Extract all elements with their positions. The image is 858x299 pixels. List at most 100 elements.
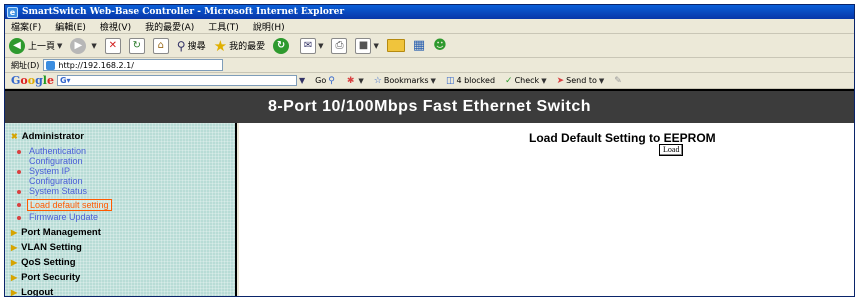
sidebar-section-label: Logout (21, 287, 54, 297)
mail-icon: ✉ (300, 37, 317, 54)
dropdown-arrow-icon: ▼ (541, 76, 547, 85)
favorites-label: 我的最愛 (229, 42, 266, 52)
print-button[interactable]: ⎙ (331, 37, 348, 54)
home-button[interactable]: ⌂ (152, 37, 169, 54)
page-header: 8-Port 10/100Mbps Fast Ethernet Switch (5, 89, 854, 123)
menu-help[interactable]: 說明(H) (253, 20, 285, 33)
mail-button[interactable]: ✉ ▼ (300, 37, 324, 54)
messenger-icon: ☻ (433, 38, 447, 53)
content-pane: Load Default Setting to EEPROM Load (239, 123, 854, 296)
highlight-button[interactable]: ✎ (614, 76, 624, 86)
sidebar-item-authentication-configuration[interactable]: Authentication Configuration (29, 146, 139, 166)
bookmarks-button[interactable]: ☆ Bookmarks ▼ (374, 76, 436, 86)
folder-icon: ▶ (11, 288, 18, 297)
address-input[interactable]: http://192.168.2.1/ (43, 59, 224, 71)
back-button[interactable]: ◀ 上一頁 ▼ (9, 37, 63, 54)
search-label: 搜尋 (187, 42, 206, 52)
sidebar-section-logout[interactable]: ▶ Logout (11, 287, 54, 297)
address-bar: 網址(D) http://192.168.2.1/ (5, 58, 854, 73)
refresh-button[interactable]: ↻ (128, 37, 145, 54)
send-to-button[interactable]: ➤ Send to ▼ (557, 76, 605, 86)
menu-favorites[interactable]: 我的最愛(A) (145, 20, 194, 33)
blocked-label: 4 blocked (456, 76, 496, 85)
research-button[interactable]: ▦ (413, 38, 425, 53)
stop-icon: ✕ (104, 37, 121, 54)
menu-tools[interactable]: 工具(T) (208, 20, 239, 33)
back-label: 上一頁 (28, 42, 56, 52)
bookmarks-label: Bookmarks (383, 76, 429, 85)
pencil-icon: ✎ (614, 75, 622, 86)
spellcheck-icon: ✓ (505, 75, 513, 86)
sidebar-section-port-management[interactable]: ▶ Port Management (11, 227, 101, 238)
content-title: Load Default Setting to EEPROM (529, 131, 716, 145)
send-to-label: Send to (566, 76, 597, 85)
forward-button[interactable]: ▶ ▼ (70, 37, 97, 54)
address-url: http://192.168.2.1/ (58, 60, 134, 70)
edit-button[interactable]: ■ ▼ (355, 37, 379, 54)
sidebar-section-administrator[interactable]: ✖ Administrator (11, 131, 84, 142)
browser-window: e SmartSwitch Web-Base Controller - Micr… (4, 4, 855, 297)
stop-button[interactable]: ✕ (104, 37, 121, 54)
google-search-input[interactable]: G▾ (56, 75, 297, 86)
menu-file[interactable]: 檔案(F) (11, 20, 41, 33)
history-icon: ↻ (273, 37, 290, 54)
sidebar-section-label: Administrator (21, 131, 84, 142)
dropdown-arrow-icon: ▼ (358, 76, 364, 85)
folder-icon: ▶ (11, 228, 18, 237)
sidebar-section-label: VLAN Setting (21, 242, 82, 253)
ie-icon: e (7, 6, 18, 18)
sidebar-item-system-status[interactable]: System Status (29, 186, 87, 196)
bullet-icon (17, 150, 21, 154)
sidebar-item-firmware-update[interactable]: Firmware Update (29, 212, 98, 222)
options-icon: ✱ (346, 75, 355, 86)
refresh-icon: ↻ (128, 37, 145, 54)
folder-open-icon: ✖ (11, 132, 18, 141)
folder-button[interactable] (386, 39, 405, 52)
dropdown-arrow-icon: ▼ (318, 41, 324, 50)
popup-blocker-button[interactable]: ◫ 4 blocked (446, 76, 495, 86)
dropdown-arrow-icon: ▼ (598, 76, 605, 85)
address-label: 網址(D) (11, 60, 40, 70)
history-button[interactable]: ↻ (273, 37, 292, 54)
sidebar-section-label: Port Management (21, 227, 101, 238)
load-button[interactable]: Load (659, 144, 684, 156)
favorites-button[interactable]: ★ 我的最愛 (214, 37, 265, 55)
menu-bar: 檔案(F) 編輯(E) 檢視(V) 我的最愛(A) 工具(T) 說明(H) (5, 19, 854, 34)
menu-view[interactable]: 檢視(V) (100, 20, 131, 33)
search-button[interactable]: ⚲ 搜尋 (177, 39, 206, 53)
bullet-icon (17, 203, 21, 207)
check-label: Check (514, 76, 540, 85)
sidebar-item-load-default-setting[interactable]: Load default setting (27, 199, 112, 211)
sidebar: ✖ Administrator Authentication Configura… (5, 123, 237, 297)
menu-edit[interactable]: 編輯(E) (55, 20, 86, 33)
popup-blocked-icon: ◫ (445, 75, 455, 86)
edit-icon: ■ (355, 37, 372, 54)
spell-check-button[interactable]: ✓ Check ▼ (505, 76, 547, 86)
dropdown-arrow-icon: ▼ (57, 41, 63, 50)
bullet-icon (17, 170, 21, 174)
go-button[interactable]: Go ⚲ (315, 76, 337, 86)
bullet-icon (17, 190, 21, 194)
print-icon: ⎙ (331, 37, 348, 54)
google-options-button[interactable]: ✱ ▼ (347, 76, 364, 86)
sidebar-item-system-ip-configuration[interactable]: System IP Configuration (29, 166, 119, 186)
forward-arrow-icon: ▶ (70, 37, 87, 54)
sidebar-section-qos-setting[interactable]: ▶ QoS Setting (11, 257, 76, 268)
window-title: SmartSwitch Web-Base Controller - Micros… (22, 7, 345, 17)
sidebar-section-vlan-setting[interactable]: ▶ VLAN Setting (11, 242, 82, 253)
research-icon: ▦ (412, 38, 426, 53)
sidebar-section-label: Port Security (21, 272, 81, 283)
folder-icon: ▶ (11, 273, 18, 282)
folder-icon: ▶ (11, 258, 18, 267)
title-bar: e SmartSwitch Web-Base Controller - Micr… (5, 5, 854, 19)
home-icon: ⌂ (152, 37, 169, 54)
messenger-button[interactable]: ☻ (433, 38, 447, 53)
page-icon (46, 60, 56, 70)
sidebar-section-port-security[interactable]: ▶ Port Security (11, 272, 80, 283)
toolbar: ◀ 上一頁 ▼ ▶ ▼ ✕ ↻ ⌂ ⚲ 搜尋 ★ 我的最愛 ↻ ✉ ▼ ⎙ ■ … (5, 34, 854, 58)
back-arrow-icon: ◀ (9, 37, 25, 54)
sidebar-section-label: QoS Setting (21, 257, 76, 268)
page-title: 8-Port 10/100Mbps Fast Ethernet Switch (267, 98, 592, 115)
search-icon: ⚲ (176, 38, 186, 53)
dropdown-arrow-icon[interactable]: ▼ (299, 76, 305, 85)
